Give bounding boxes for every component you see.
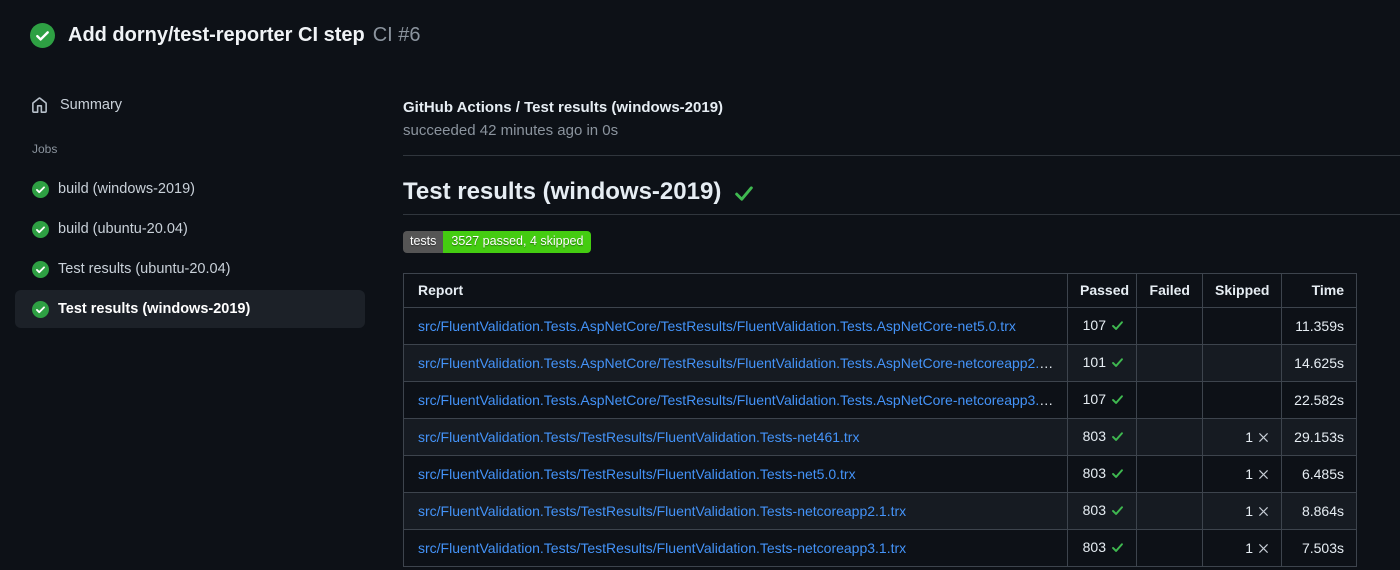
col-header-passed: Passed — [1067, 273, 1137, 308]
test-results-table: Report Passed Failed Skipped Time src/Fl… — [403, 273, 1357, 567]
time-cell: 8.864s — [1281, 492, 1357, 530]
passed-cell: 803 — [1067, 455, 1137, 493]
tests-badge-label: tests — [403, 231, 444, 253]
sidebar-item-test-results-ubuntu-20.04-[interactable]: Test results (ubuntu-20.04) — [15, 250, 365, 288]
job-label: Test results (ubuntu-20.04) — [58, 261, 231, 277]
tests-badge: tests 3527 passed, 4 skipped — [403, 231, 592, 253]
time-cell: 22.582s — [1281, 381, 1357, 419]
time-cell: 7.503s — [1281, 529, 1357, 567]
report-link[interactable]: src/FluentValidation.Tests/TestResults/F… — [418, 540, 906, 556]
col-header-skipped: Skipped — [1202, 273, 1282, 308]
passed-cell: 107 — [1067, 307, 1137, 345]
passed-check-icon — [1111, 502, 1124, 522]
skipped-cross-icon — [1258, 428, 1269, 448]
time-cell: 29.153s — [1281, 418, 1357, 456]
job-list: build (windows-2019) build (ubuntu-20.04… — [0, 170, 380, 328]
sidebar-item-build-ubuntu-20.04-[interactable]: build (ubuntu-20.04) — [15, 210, 365, 248]
passed-check-icon — [1111, 539, 1124, 559]
check-circle-icon — [32, 180, 49, 198]
failed-cell — [1136, 344, 1203, 382]
failed-cell — [1136, 492, 1203, 530]
passed-check-icon — [1111, 428, 1124, 448]
passed-cell: 803 — [1067, 529, 1137, 567]
skipped-cell: 1 — [1202, 418, 1282, 456]
report-link[interactable]: src/FluentValidation.Tests/TestResults/F… — [418, 503, 906, 519]
run-number: CI #6 — [372, 23, 421, 46]
passed-cell: 101 — [1067, 344, 1137, 382]
passed-check-icon — [1111, 391, 1124, 411]
col-header-time: Time — [1281, 273, 1357, 308]
check-run-name: GitHub Actions / Test results (windows-2… — [403, 99, 724, 116]
report-link[interactable]: src/FluentValidation.Tests.AspNetCore/Te… — [418, 355, 1066, 371]
skipped-cell: 1 — [1202, 529, 1282, 567]
report-link[interactable]: src/FluentValidation.Tests/TestResults/F… — [418, 466, 856, 482]
table-row: src/FluentValidation.Tests/TestResults/F… — [403, 492, 1357, 530]
sidebar-item-build-windows-2019-[interactable]: build (windows-2019) — [15, 170, 365, 208]
run-title: Add dorny/test-reporter CI step — [68, 23, 365, 46]
table-row: src/FluentValidation.Tests.AspNetCore/Te… — [403, 307, 1357, 345]
passed-cell: 803 — [1067, 492, 1137, 530]
skipped-cell — [1202, 307, 1282, 345]
table-row: src/FluentValidation.Tests.AspNetCore/Te… — [403, 344, 1357, 382]
report-link[interactable]: src/FluentValidation.Tests/TestResults/F… — [418, 429, 859, 445]
header-divider — [403, 155, 1400, 156]
passed-cell: 107 — [1067, 381, 1137, 419]
report-link[interactable]: src/FluentValidation.Tests.AspNetCore/Te… — [418, 318, 1016, 334]
tests-badge-value: 3527 passed, 4 skipped — [443, 231, 592, 253]
time-cell: 11.359s — [1281, 307, 1357, 345]
time-cell: 14.625s — [1281, 344, 1357, 382]
report-link[interactable]: src/FluentValidation.Tests.AspNetCore/Te… — [418, 392, 1066, 408]
skipped-cross-icon — [1258, 465, 1269, 485]
check-circle-icon — [32, 300, 49, 318]
table-row: src/FluentValidation.Tests/TestResults/F… — [403, 529, 1357, 567]
col-header-report: Report — [403, 273, 1068, 308]
failed-cell — [1136, 418, 1203, 456]
run-header: Add dorny/test-reporter CI step CI #6 — [0, 0, 1400, 70]
table-header-row: Report Passed Failed Skipped Time — [403, 273, 1357, 308]
skipped-cell: 1 — [1202, 492, 1282, 530]
failed-cell — [1136, 381, 1203, 419]
section-title: Test results (windows-2019) — [403, 178, 1400, 215]
main-content: GitHub Actions / Test results (windows-2… — [380, 70, 1400, 567]
passed-check-icon — [1111, 354, 1124, 374]
skipped-cell — [1202, 381, 1282, 419]
passed-check-icon — [1111, 317, 1124, 337]
skipped-cross-icon — [1258, 502, 1269, 522]
section-title-text: Test results (windows-2019) — [403, 178, 722, 205]
passed-check-icon — [1111, 465, 1124, 485]
failed-cell — [1136, 455, 1203, 493]
time-cell: 6.485s — [1281, 455, 1357, 493]
check-circle-icon — [32, 220, 49, 238]
table-row: src/FluentValidation.Tests/TestResults/F… — [403, 418, 1357, 456]
sidebar: Summary Jobs build (windows-2019) build … — [0, 70, 380, 567]
sidebar-item-summary[interactable]: Summary — [0, 94, 380, 116]
table-body: src/FluentValidation.Tests.AspNetCore/Te… — [403, 307, 1357, 567]
sidebar-item-test-results-windows-2019-[interactable]: Test results (windows-2019) — [15, 290, 365, 328]
home-icon — [31, 96, 48, 114]
col-header-failed: Failed — [1136, 273, 1203, 308]
summary-label: Summary — [60, 97, 123, 113]
job-label: build (windows-2019) — [58, 181, 196, 197]
check-circle-icon — [32, 260, 49, 278]
table-row: src/FluentValidation.Tests.AspNetCore/Te… — [403, 381, 1357, 419]
run-status-check-circle-icon — [30, 22, 55, 48]
failed-cell — [1136, 307, 1203, 345]
check-run-status: succeeded 42 minutes ago in 0s — [403, 122, 619, 139]
job-label: Test results (windows-2019) — [58, 301, 251, 317]
failed-cell — [1136, 529, 1203, 567]
skipped-cross-icon — [1258, 539, 1269, 559]
success-check-icon — [733, 182, 755, 204]
skipped-cell: 1 — [1202, 455, 1282, 493]
table-row: src/FluentValidation.Tests/TestResults/F… — [403, 455, 1357, 493]
job-label: build (ubuntu-20.04) — [58, 221, 188, 237]
passed-cell: 803 — [1067, 418, 1137, 456]
jobs-heading: Jobs — [32, 142, 58, 156]
skipped-cell — [1202, 344, 1282, 382]
